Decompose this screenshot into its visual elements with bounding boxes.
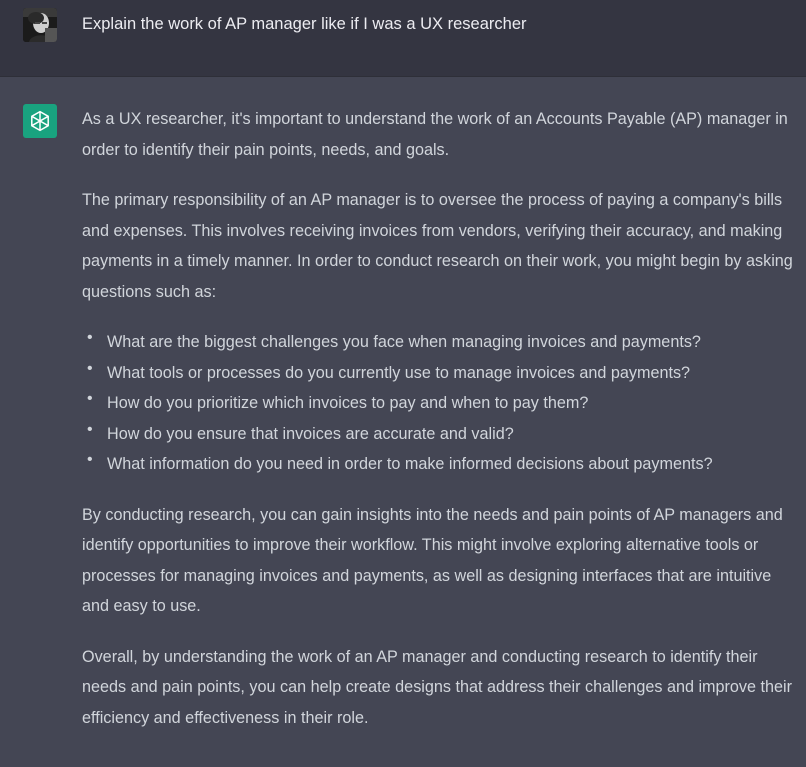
list-item: How do you prioritize which invoices to … xyxy=(82,384,802,419)
openai-logo-icon xyxy=(31,110,49,132)
list-item: What tools or processes do you currently… xyxy=(82,354,802,389)
questions-list: What are the biggest challenges you face… xyxy=(82,323,802,480)
intro-paragraph: As a UX researcher, it's important to un… xyxy=(82,110,788,159)
user-message-row: Explain the work of AP manager like if I… xyxy=(0,0,806,77)
list-item: What information do you need in order to… xyxy=(82,445,802,480)
assistant-avatar xyxy=(23,104,57,138)
list-item: What are the biggest challenges you face… xyxy=(82,323,802,358)
research-paragraph: By conducting research, you can gain ins… xyxy=(82,505,783,616)
user-avatar xyxy=(23,8,57,42)
assistant-message-content: As a UX researcher, it's important to un… xyxy=(82,104,802,753)
list-item: How do you ensure that invoices are accu… xyxy=(82,415,802,450)
responsibility-paragraph: The primary responsibility of an AP mana… xyxy=(82,191,793,301)
user-photo-icon xyxy=(23,8,57,42)
conclusion-paragraph: Overall, by understanding the work of an… xyxy=(82,647,793,727)
user-message-text: Explain the work of AP manager like if I… xyxy=(82,15,527,33)
assistant-message-row: As a UX researcher, it's important to un… xyxy=(0,77,806,767)
